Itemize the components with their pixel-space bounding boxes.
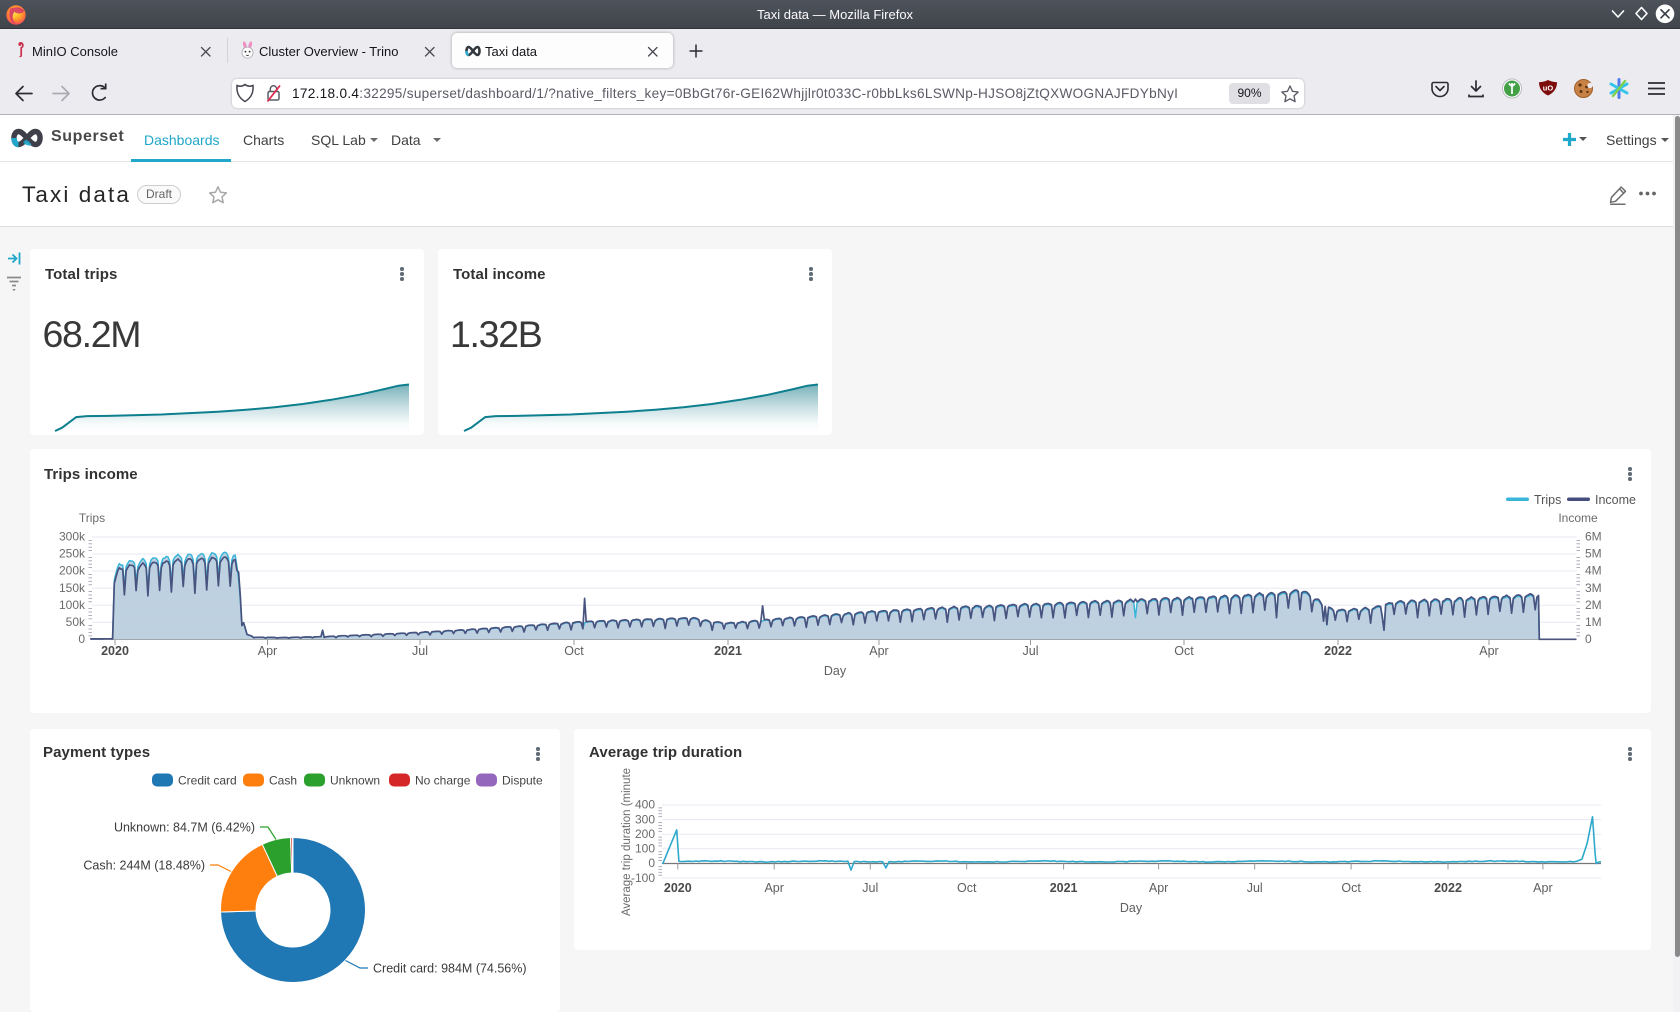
svg-text:Apr: Apr: [1149, 881, 1168, 895]
svg-text:Oct: Oct: [957, 881, 977, 895]
svg-text:2020: 2020: [664, 881, 692, 895]
svg-text:0: 0: [648, 856, 655, 870]
svg-text:Jul: Jul: [862, 881, 878, 895]
svg-text:Day: Day: [1120, 901, 1143, 915]
svg-text:100: 100: [635, 841, 655, 855]
svg-text:-100: -100: [631, 871, 655, 885]
svg-text:Jul: Jul: [1247, 881, 1263, 895]
svg-text:Apr: Apr: [764, 881, 783, 895]
svg-text:2022: 2022: [1434, 881, 1462, 895]
svg-text:2021: 2021: [1050, 881, 1078, 895]
svg-text:400: 400: [635, 798, 655, 812]
svg-text:300: 300: [635, 812, 655, 826]
svg-text:Average trip duration (minute: Average trip duration (minute: [621, 768, 633, 916]
svg-text:Oct: Oct: [1341, 881, 1361, 895]
svg-text:200: 200: [635, 827, 655, 841]
svg-text:Apr: Apr: [1533, 881, 1552, 895]
